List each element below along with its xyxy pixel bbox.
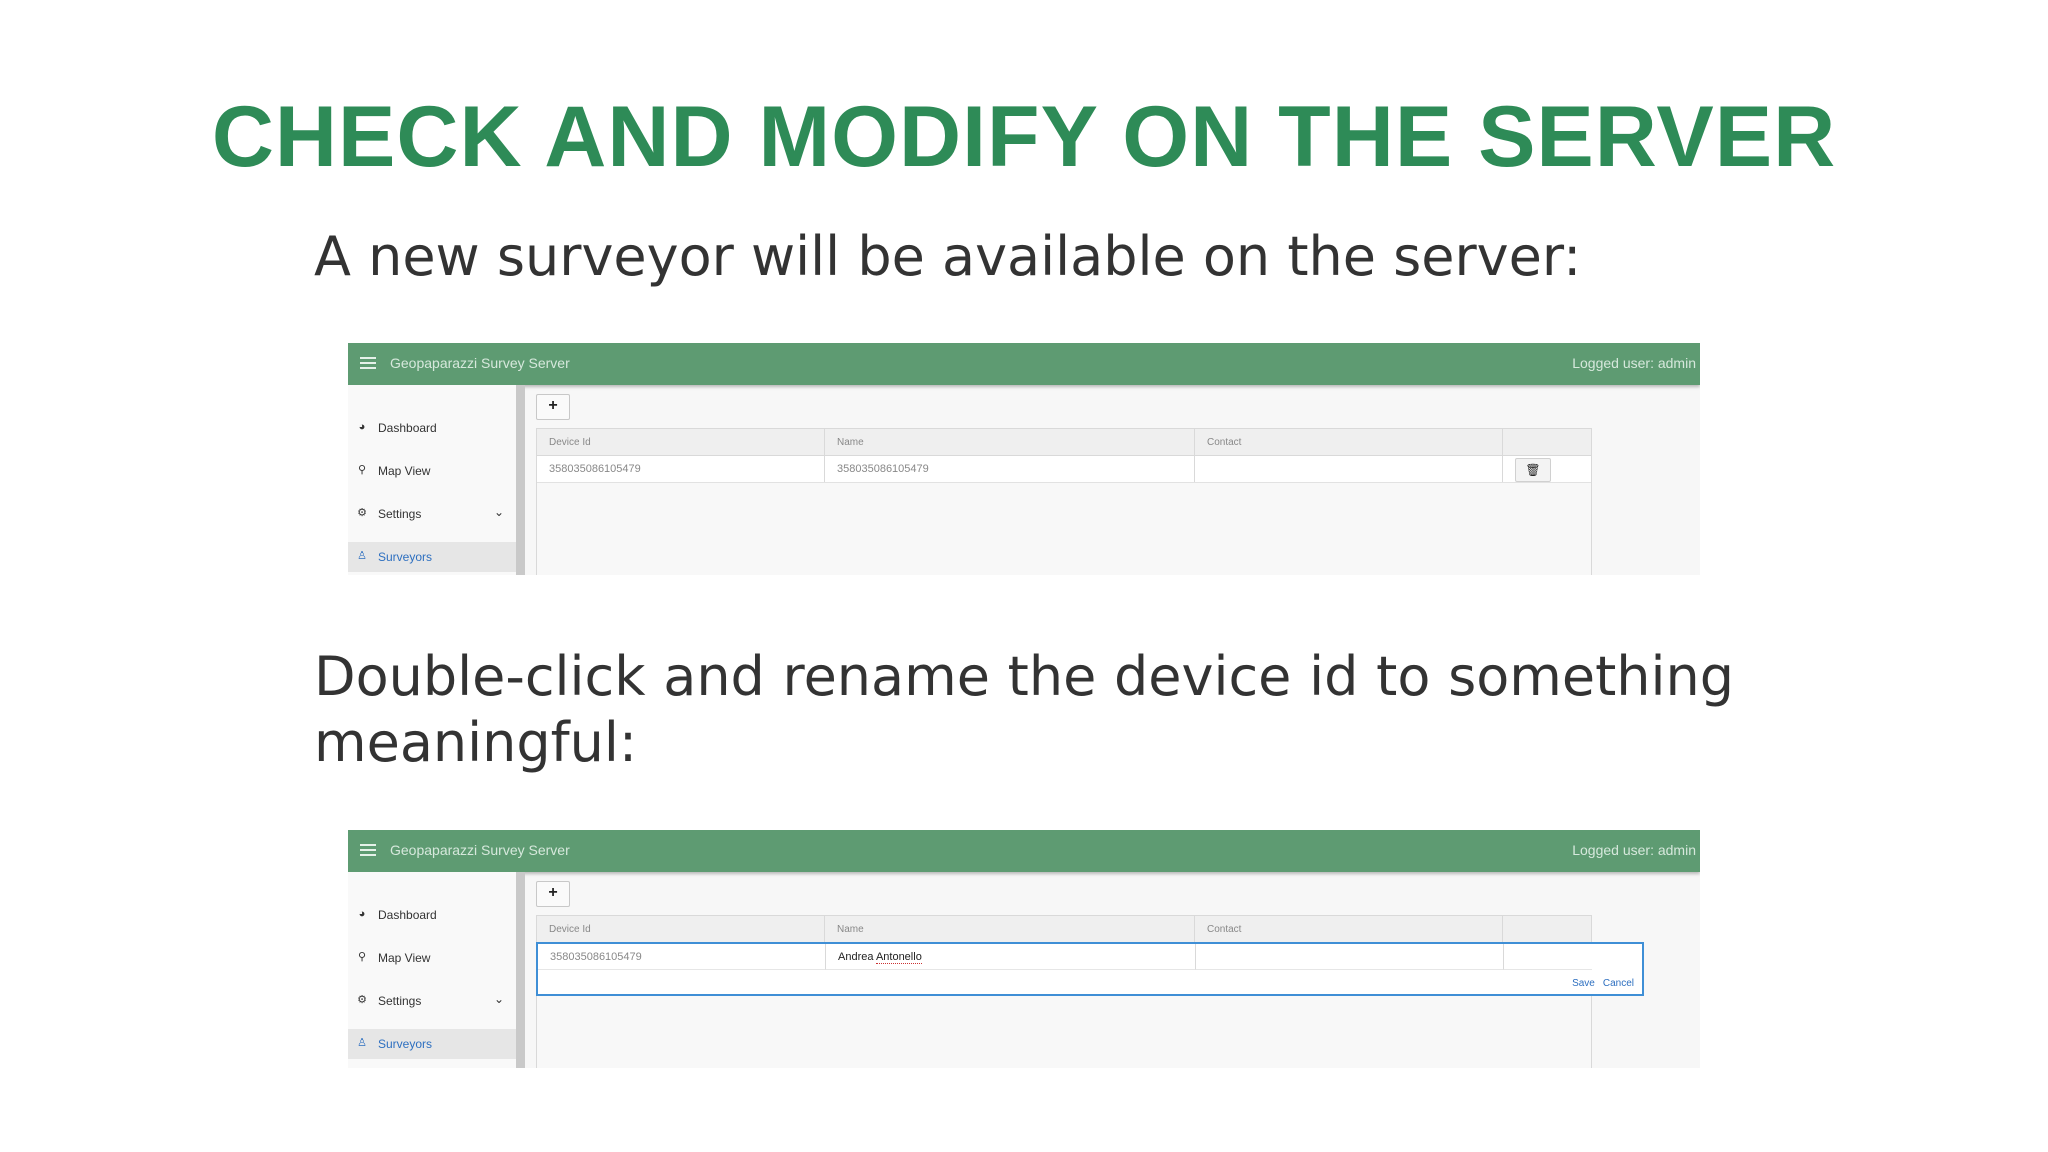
cell-device-id[interactable]: 358035086105479 xyxy=(538,944,826,970)
table-header: Device Id Name Contact xyxy=(537,916,1591,943)
app-bar: Geopaparazzi Survey Server Logged user: … xyxy=(348,830,1700,872)
add-surveyor-button[interactable]: + xyxy=(536,881,570,907)
column-header-device-id[interactable]: Device Id xyxy=(537,429,825,455)
sidebar-item-dashboard[interactable]: ◕ Dashboard xyxy=(348,900,516,930)
row-editor-actions: Save Cancel xyxy=(1564,978,1634,989)
table-header: Device Id Name Contact xyxy=(537,429,1591,456)
cell-contact[interactable] xyxy=(1196,944,1504,970)
sidebar-item-surveyors[interactable]: ♙ Surveyors xyxy=(348,542,516,572)
instruction-text: Double-click and rename the device id to… xyxy=(314,645,1734,774)
cell-actions: 🗑 xyxy=(1503,456,1591,482)
column-header-contact[interactable]: Contact xyxy=(1195,429,1503,455)
sidebar-item-label: Dashboard xyxy=(378,421,437,435)
surveyors-table: Device Id Name Contact 358035086105479 3… xyxy=(536,428,1592,575)
logged-user: Logged user: admin xyxy=(1572,842,1696,858)
sidebar: ◕ Dashboard ⚲ Map View ⚙ Settings ⌄ ♙ Su… xyxy=(348,872,516,1068)
column-header-name[interactable]: Name xyxy=(825,429,1195,455)
dashboard-icon: ◕ xyxy=(358,908,366,920)
name-first: Andrea xyxy=(838,951,874,963)
sidebar-item-label: Settings xyxy=(378,507,422,521)
app-title: Geopaparazzi Survey Server xyxy=(390,355,570,371)
sidebar: ◕ Dashboard ⚲ Map View ⚙ Settings ⌄ ♙ Su… xyxy=(348,385,516,575)
trash-icon: 🗑 xyxy=(1525,463,1541,477)
sidebar-item-settings[interactable]: ⚙ Settings ⌄ xyxy=(348,986,516,1016)
chevron-down-icon[interactable]: ⌄ xyxy=(494,992,504,1006)
table-row[interactable]: 358035086105479 358035086105479 🗑 xyxy=(537,456,1591,483)
sidebar-scrollbar[interactable] xyxy=(516,385,525,575)
person-icon: ♙ xyxy=(357,1037,367,1049)
surveyors-screenshot-list: Geopaparazzi Survey Server Logged user: … xyxy=(348,343,1700,575)
gears-icon: ⚙ xyxy=(357,507,367,519)
sidebar-item-surveyors[interactable]: ♙ Surveyors xyxy=(348,1029,516,1059)
map-pin-icon: ⚲ xyxy=(357,951,367,963)
sidebar-item-label: Surveyors xyxy=(378,550,433,564)
cell-actions xyxy=(1504,944,1592,970)
column-header-name[interactable]: Name xyxy=(825,916,1195,942)
sidebar-item-settings[interactable]: ⚙ Settings ⌄ xyxy=(348,499,516,529)
slide-title: CHECK AND MODIFY ON THE SERVER xyxy=(211,89,1837,185)
cell-device-id[interactable]: 358035086105479 xyxy=(537,456,825,482)
sidebar-item-dashboard[interactable]: ◕ Dashboard xyxy=(348,413,516,443)
add-surveyor-button[interactable]: + xyxy=(536,394,570,420)
logged-user: Logged user: admin xyxy=(1572,355,1696,371)
intro-text: A new surveyor will be available on the … xyxy=(314,225,1582,288)
name-edit-field[interactable]: Andrea Antonello xyxy=(826,944,1196,970)
column-header-contact[interactable]: Contact xyxy=(1195,916,1503,942)
column-header-actions xyxy=(1503,429,1591,455)
person-icon: ♙ xyxy=(357,550,367,562)
app-bar: Geopaparazzi Survey Server Logged user: … xyxy=(348,343,1700,385)
map-pin-icon: ⚲ xyxy=(357,464,367,476)
chevron-down-icon[interactable]: ⌄ xyxy=(494,505,504,519)
sidebar-item-map-view[interactable]: ⚲ Map View xyxy=(348,456,516,486)
column-header-actions xyxy=(1503,916,1591,942)
sidebar-item-label: Settings xyxy=(378,994,422,1008)
save-button[interactable]: Save xyxy=(1572,978,1595,989)
cell-name[interactable]: 358035086105479 xyxy=(825,456,1195,482)
sidebar-item-label: Surveyors xyxy=(378,1037,433,1051)
app-title: Geopaparazzi Survey Server xyxy=(390,842,570,858)
cancel-button[interactable]: Cancel xyxy=(1603,978,1634,989)
hamburger-menu-icon[interactable] xyxy=(360,844,376,856)
dashboard-icon: ◕ xyxy=(358,421,366,433)
sidebar-item-label: Dashboard xyxy=(378,908,437,922)
column-header-device-id[interactable]: Device Id xyxy=(537,916,825,942)
surveyors-screenshot-editing: Geopaparazzi Survey Server Logged user: … xyxy=(348,830,1700,1068)
delete-button[interactable]: 🗑 xyxy=(1515,458,1551,482)
surveyors-table: Device Id Name Contact 358035086105479 A… xyxy=(536,915,1644,1068)
name-last: Antonello xyxy=(875,951,922,964)
cell-contact[interactable] xyxy=(1195,456,1503,482)
sidebar-item-label: Map View xyxy=(378,464,431,478)
sidebar-item-label: Map View xyxy=(378,951,431,965)
sidebar-scrollbar[interactable] xyxy=(516,872,525,1068)
sidebar-item-map-view[interactable]: ⚲ Map View xyxy=(348,943,516,973)
hamburger-menu-icon[interactable] xyxy=(360,357,376,369)
gears-icon: ⚙ xyxy=(357,994,367,1006)
row-editor[interactable]: 358035086105479 Andrea Antonello Save Can… xyxy=(536,942,1644,996)
